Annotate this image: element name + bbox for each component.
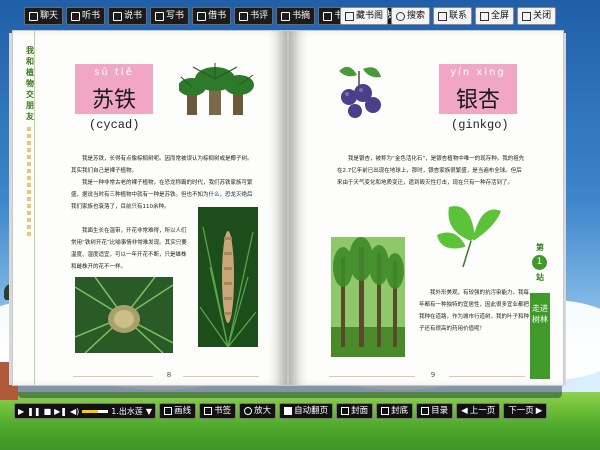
footer-line <box>329 376 415 377</box>
chat-icon <box>29 11 38 21</box>
draw-line-button[interactable]: 画线 <box>159 403 197 419</box>
bookmark-button[interactable]: 书签 <box>199 403 237 419</box>
play-icon[interactable]: ▶ <box>18 407 24 416</box>
chapter-label: 第 <box>536 243 544 252</box>
bottom-toolbar: ▶ ❚❚ ■ ▶❚ ◀) 1.出水莲 ▼ 画线 书签 放大 自动翻页 封面 封底… <box>14 403 570 419</box>
search-button[interactable]: 搜索 <box>391 7 431 25</box>
write-button[interactable]: 写书 <box>150 7 190 25</box>
book-side-title: 我和植物交朋友 <box>26 46 34 121</box>
toc-icon <box>421 407 430 415</box>
ginkgo-forest-image <box>331 237 405 357</box>
volume-icon[interactable]: ◀) <box>70 407 79 416</box>
title-box: yín xìng 银杏 <box>439 64 517 114</box>
title-pinyin: yín xìng <box>450 67 506 78</box>
page-number: 9 <box>430 371 436 379</box>
library-button[interactable]: 藏书阁 <box>340 7 389 25</box>
title-pinyin: sū tiě <box>94 67 134 78</box>
chat-button[interactable]: 聊天 <box>24 7 64 25</box>
close-button[interactable]: 关闭 <box>517 7 557 25</box>
cycad-cone-image <box>75 277 173 353</box>
paragraph: 我是银杏，被称为“金色活化石”，是银杏植物中唯一的现存种。我的祖先在2.7亿年前… <box>337 156 525 186</box>
chapter-number: 1 <box>532 255 547 270</box>
close-icon <box>522 11 532 21</box>
prev-page-button[interactable]: ◀ 上一页 <box>456 403 501 419</box>
title-english: (cycad) <box>89 118 140 132</box>
headphones-icon <box>71 11 81 21</box>
back-cover-icon <box>381 407 390 415</box>
next-icon: ▶ <box>535 406 543 416</box>
stop-icon[interactable]: ■ <box>44 407 52 416</box>
cover-button[interactable]: 封面 <box>336 403 374 419</box>
music-player: ▶ ❚❚ ■ ▶❚ ◀) 1.出水莲 ▼ <box>14 403 157 419</box>
title-english: (ginkgo) <box>451 118 509 132</box>
section-tab[interactable]: 走进树林 <box>530 293 550 379</box>
pen-icon <box>164 407 173 415</box>
back-cover-button[interactable]: 封底 <box>376 403 414 419</box>
cover-icon <box>341 407 350 415</box>
listen-button[interactable]: 听书 <box>66 7 106 25</box>
next-page-button[interactable]: 下一页 ▶ <box>503 403 548 419</box>
paragraph: 我是苏铁，长得有点像棕榈树呢。因而常被误认为棕榈树或是椰子树。其实我们自己是裸子… <box>71 156 253 174</box>
excerpt-icon <box>281 11 291 21</box>
prev-icon: ◀ <box>461 406 468 416</box>
zoom-in-button[interactable]: 放大 <box>239 403 277 419</box>
top-right-toolbar: 藏书阁 搜索 联系 全屏 关闭 <box>340 7 557 25</box>
auto-flip-toggle[interactable]: 自动翻页 <box>279 403 334 419</box>
search-icon <box>396 11 406 21</box>
toc-button[interactable]: 目录 <box>416 403 454 419</box>
paragraph: 我面生长在温带，开花非常难得，所以人们常用“铁树开花”比喻事情非常难发现。其实只… <box>71 228 187 270</box>
mail-icon <box>438 11 448 21</box>
cycad-leaves-image <box>198 207 258 347</box>
chapter-suffix: 站 <box>536 273 544 282</box>
footer-line <box>449 376 525 377</box>
pen-icon <box>155 11 165 21</box>
news-icon <box>323 11 333 21</box>
volume-slider[interactable] <box>82 409 109 413</box>
cycad-plant-image <box>179 57 257 119</box>
paragraph: 我外形美观，有较强的抗污染能力，我每年都有一种独特的宜居性，因此很多宜业都把我种… <box>419 290 530 332</box>
footer-line <box>183 376 259 377</box>
ginkgo-fruit-image <box>329 61 391 123</box>
excerpt-button[interactable]: 书摘 <box>276 7 316 25</box>
speaker-icon <box>113 11 123 21</box>
comment-icon <box>239 11 249 21</box>
background-grass <box>0 392 600 450</box>
page-number: 8 <box>166 371 172 379</box>
narrate-button[interactable]: 说书 <box>108 7 148 25</box>
library-icon <box>345 11 354 21</box>
checkbox-icon <box>284 407 293 415</box>
fullscreen-icon <box>480 11 490 21</box>
track-name: 1.出水莲 <box>111 406 143 416</box>
title-hanzi: 银杏 <box>455 88 500 113</box>
book: 我和植物交朋友 sū tiě 苏铁 (cycad) 我是苏铁，长得有点像棕榈树呢… <box>9 30 566 398</box>
ginkgo-leaf-image <box>435 201 507 271</box>
borrow-button[interactable]: 借书 <box>192 7 232 25</box>
book-icon <box>197 11 207 21</box>
margin-decoration <box>27 127 31 237</box>
bookmark-icon <box>204 407 213 415</box>
right-page[interactable]: yín xìng 银杏 (ginkgo) 我是银杏，被称为“金色活化石”，是银杏… <box>288 30 564 386</box>
next-track-icon[interactable]: ▶❚ <box>54 407 67 416</box>
fullscreen-button[interactable]: 全屏 <box>475 7 515 25</box>
title-hanzi: 苏铁 <box>91 88 136 113</box>
review-button[interactable]: 书评 <box>234 7 274 25</box>
footer-line <box>73 376 153 377</box>
left-page[interactable]: 我和植物交朋友 sū tiě 苏铁 (cycad) 我是苏铁，长得有点像棕榈树呢… <box>12 30 288 386</box>
volume-level <box>82 409 98 413</box>
zoom-in-icon <box>244 407 253 415</box>
pause-icon[interactable]: ❚❚ <box>27 407 40 416</box>
track-dropdown-icon[interactable]: ▼ <box>146 407 152 416</box>
contact-button[interactable]: 联系 <box>433 7 473 25</box>
title-box: sū tiě 苏铁 <box>75 64 153 114</box>
